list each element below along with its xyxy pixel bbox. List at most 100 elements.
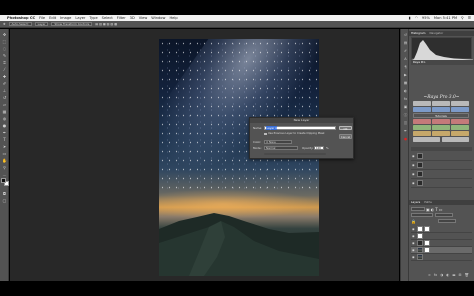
show-transform-controls[interactable]: Show Transform Controls xyxy=(51,22,93,26)
crop-tool-icon[interactable]: ⌗ xyxy=(2,60,8,65)
eyedropper-tool-icon[interactable]: ⁄ xyxy=(2,67,8,72)
shape-tool-icon[interactable]: ▭ xyxy=(2,151,8,156)
raya-button[interactable] xyxy=(451,131,469,136)
path-selection-tool-icon[interactable]: ➤ xyxy=(2,144,8,149)
menu-type[interactable]: Type xyxy=(89,16,97,20)
eye-icon[interactable]: ◉ xyxy=(412,248,415,252)
lock-icon[interactable]: 🔒 xyxy=(411,219,416,224)
menu-window[interactable]: Window xyxy=(151,16,165,20)
raya-button[interactable] xyxy=(442,137,469,142)
menu-select[interactable]: Select xyxy=(102,16,113,20)
eye-icon[interactable]: ◉ xyxy=(412,163,415,167)
swatches-panel-icon[interactable]: ▦ xyxy=(403,81,408,85)
blur-tool-icon[interactable]: ◍ xyxy=(2,116,8,121)
info-panel-icon[interactable]: ⓘ xyxy=(403,113,408,117)
layer-row-selected[interactable]: ◉ xyxy=(411,247,472,254)
raya-button[interactable] xyxy=(451,101,469,106)
eye-icon[interactable]: ◉ xyxy=(412,241,415,245)
character-panel-icon[interactable]: A xyxy=(403,57,408,61)
opacity-input[interactable]: 100 xyxy=(314,145,324,150)
wifi-icon[interactable]: ◠ xyxy=(415,16,418,20)
raya-button[interactable] xyxy=(432,131,450,136)
mode-select[interactable]: Normal xyxy=(264,145,298,150)
raya-button[interactable] xyxy=(413,101,431,106)
menu-app-name[interactable]: Photoshop CC xyxy=(7,16,35,20)
paragraph-panel-icon[interactable]: ¶ xyxy=(403,65,408,69)
brush-tool-icon[interactable]: ✐ xyxy=(2,81,8,86)
adjustments-panel-icon[interactable]: ◐ xyxy=(403,89,408,93)
quick-select-tool-icon[interactable]: ✎ xyxy=(2,53,8,58)
layer-opacity-field[interactable] xyxy=(435,213,453,217)
eye-icon[interactable]: ◉ xyxy=(412,227,415,231)
actions-panel-icon[interactable]: ▶ xyxy=(403,73,408,77)
libraries-panel-icon[interactable]: ◫ xyxy=(403,121,408,125)
layer-name-input[interactable]: Layer 4 xyxy=(264,125,336,130)
layer-row[interactable]: ◉ xyxy=(411,233,472,240)
cancel-button[interactable]: Cancel xyxy=(339,134,352,139)
quick-mask-icon[interactable]: ◘ xyxy=(2,191,8,196)
marquee-tool-icon[interactable]: ⬚ xyxy=(2,39,8,44)
filter-pixel-icon[interactable]: ▣ xyxy=(426,207,430,212)
fx-icon[interactable]: fx xyxy=(434,273,437,278)
raya-button[interactable] xyxy=(451,125,469,130)
raya-button[interactable] xyxy=(413,137,440,142)
raya-button[interactable] xyxy=(451,119,469,124)
move-tool-icon[interactable]: ✥ xyxy=(3,22,6,26)
layer-row[interactable]: ◉ xyxy=(411,240,472,247)
new-layer-icon[interactable]: ⊞ xyxy=(459,273,462,278)
lasso-tool-icon[interactable]: ◌ xyxy=(2,46,8,51)
menu-filter[interactable]: Filter xyxy=(117,16,126,20)
eye-icon[interactable]: ◉ xyxy=(412,255,415,259)
tab-layers[interactable]: Layers xyxy=(411,200,420,205)
list-item[interactable]: ◉ xyxy=(411,170,472,179)
raya-pro-icon[interactable]: ● xyxy=(403,137,408,141)
eye-icon[interactable]: ◉ xyxy=(412,154,415,158)
raya-button[interactable] xyxy=(413,125,431,130)
menu-view[interactable]: View xyxy=(139,16,148,20)
screen-mode-icon[interactable]: ▢ xyxy=(2,198,8,203)
raya-button[interactable] xyxy=(413,107,431,112)
clipping-mask-checkbox[interactable] xyxy=(264,132,267,135)
trash-icon[interactable]: 🗑 xyxy=(465,273,469,278)
raya-button[interactable] xyxy=(432,125,450,130)
clone-stamp-tool-icon[interactable]: ⊥ xyxy=(2,88,8,93)
properties-panel-icon[interactable]: ▤ xyxy=(403,41,408,45)
pen-tool-icon[interactable]: ✒ xyxy=(2,130,8,135)
channels-panel-icon[interactable]: ▣ xyxy=(403,105,408,109)
eye-icon[interactable]: ◉ xyxy=(412,234,415,238)
styles-panel-icon[interactable]: fx xyxy=(403,97,408,101)
menu-clock[interactable]: Mon 5:41 PM xyxy=(434,16,457,20)
paths-panel-icon[interactable]: ✒ xyxy=(403,129,408,133)
raya-tab-tutorials[interactable]: Tutorials xyxy=(413,113,469,118)
raya-button[interactable] xyxy=(451,107,469,112)
history-brush-tool-icon[interactable]: ↺ xyxy=(2,95,8,100)
neutral-color-option[interactable] xyxy=(264,153,326,155)
list-item[interactable]: ◉ xyxy=(411,152,472,161)
search-icon[interactable]: ⚲ xyxy=(461,16,464,20)
menu-image[interactable]: Image xyxy=(60,16,71,20)
ok-button[interactable]: OK xyxy=(339,125,352,130)
history-panel-icon[interactable]: ↺ xyxy=(403,33,408,37)
menu-3d[interactable]: 3D xyxy=(130,16,135,20)
menu-file[interactable]: File xyxy=(39,16,45,20)
type-tool-icon[interactable]: T xyxy=(2,137,8,142)
raya-button[interactable] xyxy=(413,119,431,124)
auto-select-dropdown[interactable]: Layer xyxy=(34,22,49,26)
tab-raya-pro[interactable]: Raya Pro xyxy=(413,60,425,65)
layer-row[interactable]: ◉ xyxy=(411,226,472,233)
eye-icon[interactable]: ◉ xyxy=(412,172,415,176)
filter-adjust-icon[interactable]: ◐ xyxy=(431,207,435,212)
raya-button[interactable] xyxy=(432,101,450,106)
link-icon[interactable]: ∞ xyxy=(428,273,431,278)
brush-panel-icon[interactable]: ✐ xyxy=(403,49,408,53)
menu-edit[interactable]: Edit xyxy=(49,16,56,20)
menu-help[interactable]: Help xyxy=(169,16,177,20)
list-item[interactable]: ◉ xyxy=(411,179,472,188)
tab-navigator[interactable]: Navigator xyxy=(430,31,444,36)
tab-paths[interactable]: Paths xyxy=(424,200,432,205)
zoom-tool-icon[interactable]: ⚲ xyxy=(2,165,8,170)
mask-icon[interactable]: ◑ xyxy=(440,273,443,278)
healing-brush-tool-icon[interactable]: ✚ xyxy=(2,74,8,79)
kind-filter-dropdown[interactable] xyxy=(411,207,425,211)
align-icons[interactable]: ▤ ▥ ▦ ▧ ▨ ▩ xyxy=(95,22,117,26)
